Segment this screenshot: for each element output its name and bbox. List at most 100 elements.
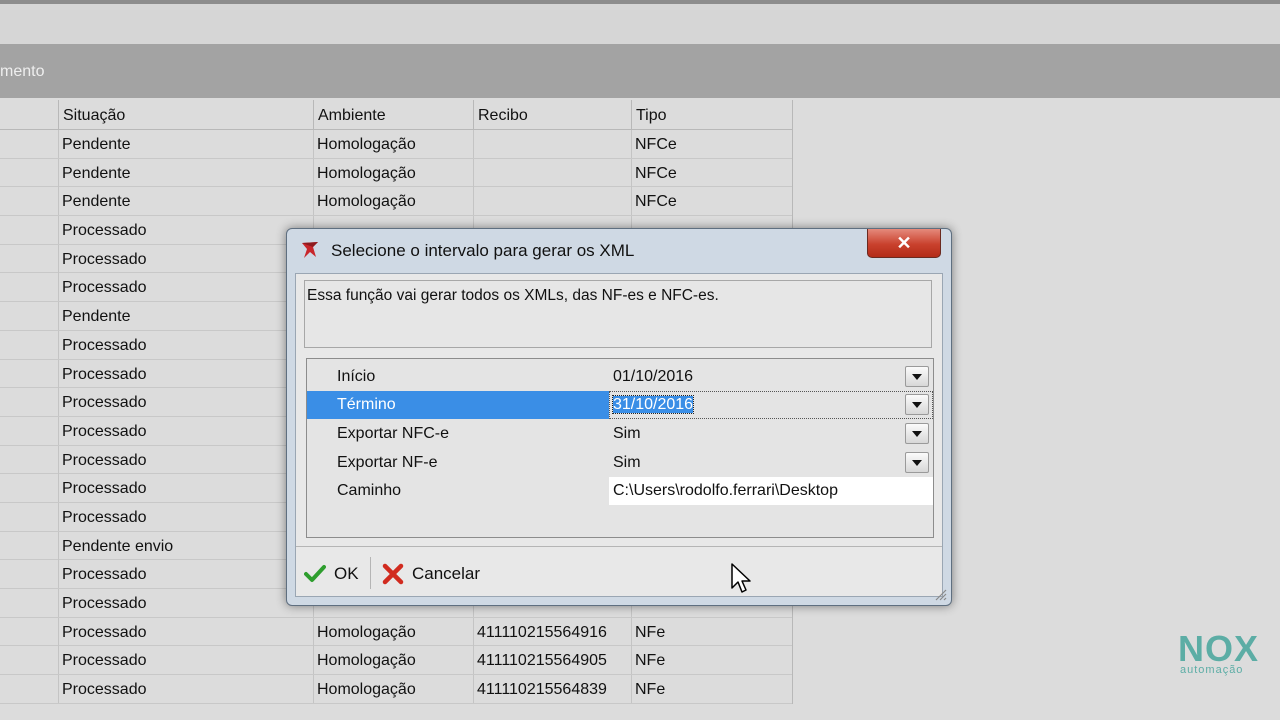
table-cell <box>0 417 58 445</box>
path-value: C:\Users\rodolfo.ferrari\Desktop <box>613 482 838 499</box>
cancel-button[interactable]: Cancelar <box>380 561 498 587</box>
table-cell <box>0 130 58 158</box>
table-cell <box>0 474 58 502</box>
property-label: Exportar NFC-e <box>337 425 450 442</box>
table-cell: Homologação <box>313 646 473 675</box>
table-cell: Processado <box>58 273 313 302</box>
column-header-ambiente[interactable]: Ambiente <box>313 100 473 129</box>
dialog-body: Essa função vai gerar todos os XMLs, das… <box>295 273 943 597</box>
table-cell <box>0 618 58 646</box>
table-cell: Processado <box>58 359 313 388</box>
export-nfe-dropdown-button[interactable] <box>905 452 929 473</box>
button-separator <box>370 557 371 589</box>
section-header-label: mento <box>0 63 45 80</box>
table-cell: NFCe <box>631 130 792 158</box>
watermark-subtitle: automação <box>1180 664 1244 676</box>
table-cell: Processado <box>58 560 313 589</box>
table-cell: Processado <box>58 675 313 704</box>
start-date-value: 01/10/2016 <box>613 368 694 385</box>
property-row-exportar-nfe[interactable]: Exportar NF-e Sim <box>307 449 933 477</box>
table-cell <box>0 302 58 330</box>
property-row-caminho[interactable]: Caminho C:\Users\rodolfo.ferrari\Desktop <box>307 477 933 505</box>
description-memo: Essa função vai gerar todos os XMLs, das… <box>304 280 932 348</box>
table-cell: NFCe <box>631 158 792 187</box>
table-row[interactable]: Processado Homologação 411110215564916 NFe <box>0 617 792 647</box>
export-xml-dialog: Selecione o intervalo para gerar os XML … <box>286 228 952 606</box>
table-cell: NFCe <box>631 187 792 216</box>
table-cell: Processado <box>58 244 313 273</box>
table-cell: Pendente <box>58 158 313 187</box>
table-cell <box>0 503 58 531</box>
table-cell <box>0 560 58 588</box>
app-logo-icon <box>302 242 318 258</box>
table-cell: Pendente <box>58 187 313 216</box>
toolbar-area <box>0 4 1280 44</box>
cancel-label: Cancelar <box>412 564 481 583</box>
dialog-button-bar: OK Cancelar <box>296 546 942 597</box>
table-cell: Homologação <box>313 187 473 216</box>
table-cell <box>0 646 58 674</box>
table-cell <box>0 245 58 273</box>
path-field[interactable]: C:\Users\rodolfo.ferrari\Desktop <box>609 477 933 505</box>
table-cell: Pendente envio <box>58 531 313 560</box>
table-cell: Processado <box>58 445 313 474</box>
column-header-recibo[interactable]: Recibo <box>473 100 631 129</box>
table-cell <box>473 158 631 187</box>
export-nfce-dropdown-button[interactable] <box>905 423 929 444</box>
table-cell: Pendente <box>58 130 313 158</box>
checkmark-icon <box>304 565 326 582</box>
property-row-exportar-nfce[interactable]: Exportar NFC-e Sim <box>307 420 933 448</box>
table-cell <box>0 331 58 359</box>
table-cell: 411110215564905 <box>473 646 631 675</box>
section-header: mento <box>0 44 1280 98</box>
ok-button[interactable]: OK <box>304 561 366 587</box>
dialog-title: Selecione o intervalo para gerar os XML <box>331 241 635 260</box>
start-date-field[interactable]: 01/10/2016 <box>609 363 933 391</box>
table-row[interactable]: Pendente Homologação NFCe <box>0 158 792 188</box>
column-header-tipo[interactable]: Tipo <box>631 100 792 129</box>
property-label: Caminho <box>337 482 402 499</box>
table-cell: NFe <box>631 646 792 675</box>
table-cell: Homologação <box>313 130 473 158</box>
resize-grip-icon[interactable] <box>933 587 947 601</box>
description-text: Essa função vai gerar todos os XMLs, das… <box>307 287 719 304</box>
export-nfe-value: Sim <box>613 454 641 471</box>
table-cell: Pendente <box>58 302 313 331</box>
table-cell: Processado <box>58 502 313 531</box>
export-nfce-field[interactable]: Sim <box>609 420 933 448</box>
table-row[interactable]: Pendente Homologação NFCe <box>0 187 792 217</box>
end-date-field[interactable]: 31/10/2016 <box>609 391 933 419</box>
table-row[interactable]: Pendente Homologação NFCe <box>0 130 792 159</box>
close-button[interactable]: ✕ <box>867 229 941 258</box>
table-cell: Processado <box>58 617 313 646</box>
table-cell <box>473 187 631 216</box>
ok-label: OK <box>334 564 359 583</box>
property-row-inicio[interactable]: Início 01/10/2016 <box>307 363 933 391</box>
grid-header: Situação Ambiente Recibo Tipo <box>0 100 792 130</box>
table-cell <box>0 388 58 416</box>
table-cell <box>0 159 58 187</box>
end-date-dropdown-button[interactable] <box>905 394 929 415</box>
table-cell <box>0 273 58 301</box>
table-row[interactable]: Processado Homologação 411110215564905 NFe <box>0 646 792 676</box>
table-cell: Homologação <box>313 617 473 646</box>
table-cell: NFe <box>631 675 792 704</box>
table-cell: 411110215564916 <box>473 617 631 646</box>
table-cell: Processado <box>58 416 313 445</box>
table-row[interactable]: Processado Homologação 411110215564839 NFe <box>0 675 792 704</box>
column-header-situacao[interactable]: Situação <box>58 100 313 129</box>
nox-watermark-logo: NOX automação <box>1178 628 1280 692</box>
table-cell: Processado <box>58 388 313 417</box>
dialog-titlebar[interactable]: Selecione o intervalo para gerar os XML … <box>287 229 951 273</box>
table-cell <box>0 216 58 244</box>
export-nfe-field[interactable]: Sim <box>609 449 933 477</box>
table-cell: Homologação <box>313 158 473 187</box>
export-nfce-value: Sim <box>613 425 641 442</box>
property-row-termino[interactable]: Término 31/10/2016 <box>307 391 933 419</box>
column-header-0[interactable] <box>0 100 58 129</box>
table-cell <box>0 589 58 617</box>
table-cell: NFe <box>631 617 792 646</box>
property-grid: Início 01/10/2016 Término 31/10/2016 Exp… <box>306 358 934 538</box>
table-cell <box>473 130 631 158</box>
start-date-dropdown-button[interactable] <box>905 366 929 387</box>
